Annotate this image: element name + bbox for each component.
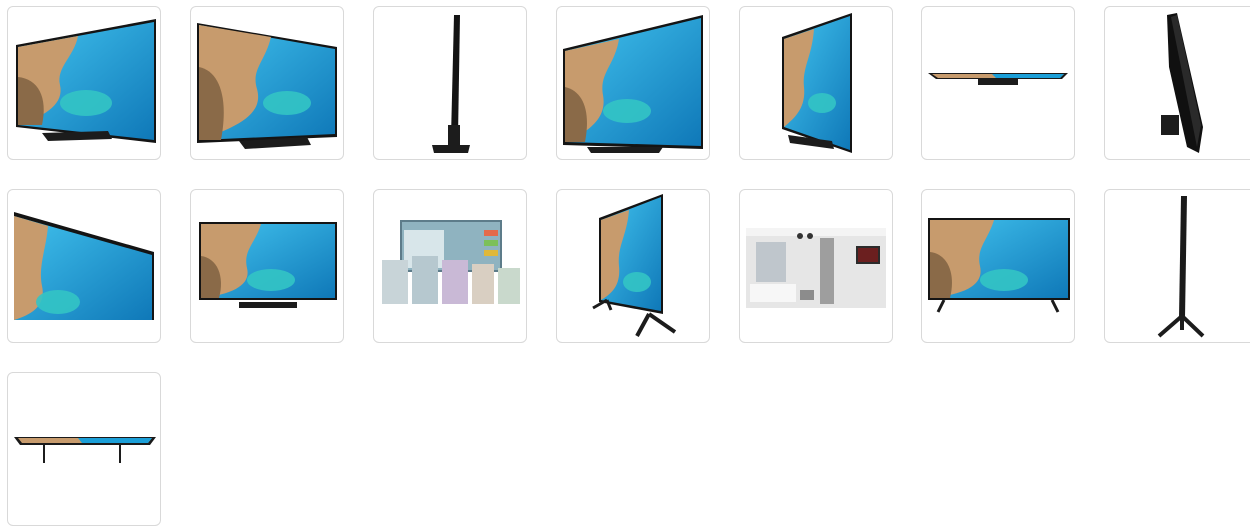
tv-side-profile-feet-image — [1157, 196, 1205, 338]
thumbnail-9[interactable] — [190, 189, 344, 343]
tv-front-right-angle-image — [563, 15, 703, 153]
thumbnail-4[interactable] — [556, 6, 710, 160]
thumbnail-14[interactable] — [1104, 189, 1250, 343]
tv-front-feet-image — [928, 218, 1070, 313]
thumbnail-2[interactable] — [190, 6, 344, 160]
thumbnail-15[interactable] — [7, 372, 161, 526]
thumbnail-7[interactable] — [1104, 6, 1250, 160]
thumbnail-12[interactable] — [739, 189, 893, 343]
hotel-room-image — [746, 228, 886, 308]
tv-menu-ui-image — [382, 220, 520, 304]
tv-front-angle-feet-image — [592, 194, 677, 337]
thumbnail-1[interactable] — [7, 6, 161, 160]
product-image-gallery — [0, 0, 1250, 526]
thumbnail-8[interactable] — [7, 189, 161, 343]
tv-front-angle-narrow-image — [782, 13, 852, 153]
tv-top-view-image — [928, 73, 1068, 85]
tv-front-image — [199, 222, 337, 308]
tv-top-view-feet-image — [14, 437, 156, 463]
tv-side-profile-image — [432, 15, 470, 153]
tv-front-left-angle-large-image — [197, 23, 337, 149]
tv-screen-closeup-image — [14, 212, 154, 320]
tv-front-left-angle-image — [16, 19, 156, 143]
thumbnail-3[interactable] — [373, 6, 527, 160]
thumbnail-5[interactable] — [739, 6, 893, 160]
thumbnail-11[interactable] — [556, 189, 710, 343]
thumbnail-10[interactable] — [373, 189, 527, 343]
thumbnail-13[interactable] — [921, 189, 1075, 343]
thumbnail-6[interactable] — [921, 6, 1075, 160]
tv-rear-angle-image — [1161, 13, 1203, 153]
